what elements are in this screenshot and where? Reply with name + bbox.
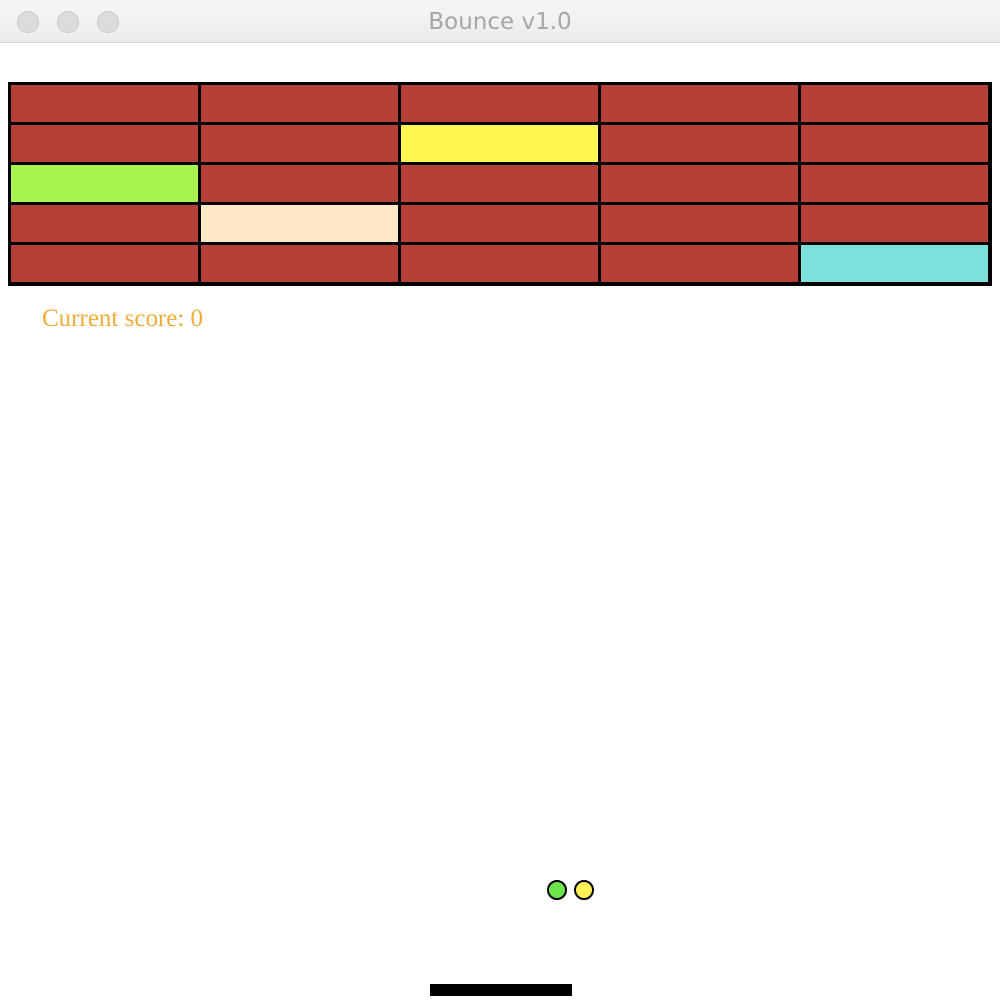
brick-r2-c5 (801, 125, 988, 162)
brick-r1-c4 (601, 85, 798, 122)
brick-r4-c4 (601, 205, 798, 242)
brick-r1-c2 (201, 85, 398, 122)
brick-grid (8, 82, 992, 286)
brick-r5-c2 (201, 245, 398, 282)
brick-r5-c5 (801, 245, 988, 282)
brick-r5-c3 (401, 245, 598, 282)
brick-r3-c3 (401, 165, 598, 202)
paddle[interactable] (430, 984, 572, 996)
brick-r2-c4 (601, 125, 798, 162)
brick-r1-c5 (801, 85, 988, 122)
brick-r4-c3 (401, 205, 598, 242)
brick-r3-c1 (11, 165, 198, 202)
ball (574, 880, 594, 900)
brick-r1-c3 (401, 85, 598, 122)
brick-r4-c5 (801, 205, 988, 242)
window-titlebar: Bounce v1.0 (0, 0, 1000, 43)
brick-r1-c1 (11, 85, 198, 122)
ball (547, 880, 567, 900)
brick-r2-c2 (201, 125, 398, 162)
brick-r5-c1 (11, 245, 198, 282)
brick-r5-c4 (601, 245, 798, 282)
brick-r4-c1 (11, 205, 198, 242)
window-title: Bounce v1.0 (428, 9, 572, 35)
brick-r2-c3 (401, 125, 598, 162)
brick-r3-c2 (201, 165, 398, 202)
brick-r3-c5 (801, 165, 988, 202)
brick-r4-c2 (201, 205, 398, 242)
current-score: Current score: 0 (42, 305, 204, 332)
brick-r3-c4 (601, 165, 798, 202)
brick-r2-c1 (11, 125, 198, 162)
